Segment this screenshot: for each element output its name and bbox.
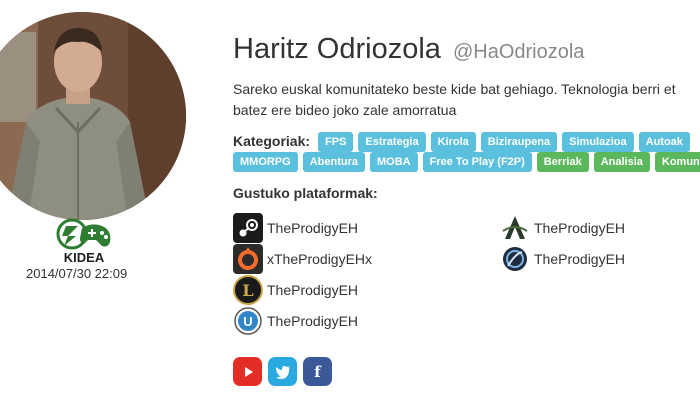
profile-name: Haritz Odriozola — [233, 33, 441, 65]
tag-berriak[interactable]: Berriak — [536, 152, 589, 172]
twitter-button[interactable] — [268, 357, 297, 386]
facebook-icon: f — [314, 362, 321, 381]
league-of-legends-icon: L — [233, 275, 263, 305]
category-tags-row-1: FPS Estrategia Kirola Biziraupena Simula… — [318, 132, 690, 152]
platform-name: TheProdigyEH — [267, 313, 359, 329]
categories-label: Kategoriak: — [233, 133, 311, 149]
category-tags-row-2: MMORPG Abentura MOBA Free To Play (F2P) … — [233, 152, 700, 172]
svg-text:U: U — [243, 314, 252, 329]
tag-simulazioa[interactable]: Simulazioa — [562, 132, 634, 152]
tag-kirola[interactable]: Kirola — [430, 132, 476, 152]
kidea-logo-text: KIDEA — [64, 250, 105, 264]
bio-line-2: batez ere bideo joko zale amorratua — [233, 102, 457, 118]
platform-name: TheProdigyEH — [267, 220, 359, 236]
platform-name: xTheProdigyEHx — [267, 251, 373, 267]
origin-icon — [233, 244, 263, 274]
tag-analisia[interactable]: Analisia — [593, 152, 650, 172]
platform-item-league-of-legends[interactable]: L TheProdigyEH — [233, 275, 358, 305]
svg-text:L: L — [242, 281, 253, 300]
facebook-button[interactable]: f — [303, 357, 332, 386]
tag-komunitatea[interactable]: Komunitat — [654, 152, 700, 172]
tag-free-to-play[interactable]: Free To Play (F2P) — [422, 152, 532, 172]
tag-biziraupena[interactable]: Biziraupena — [480, 132, 558, 152]
tag-fps[interactable]: FPS — [318, 132, 354, 152]
youtube-button[interactable] — [233, 357, 262, 386]
uplay-icon: U — [233, 306, 263, 336]
bio-line-1: Sareko euskal komunitateko beste kide ba… — [233, 81, 676, 97]
platform-item-origin[interactable]: xTheProdigyEHx — [233, 244, 372, 274]
platform-name: TheProdigyEH — [267, 282, 359, 298]
page-title: Haritz Odriozola @HaOdriozola — [233, 33, 584, 66]
kidea-logo: KIDEA — [52, 218, 116, 265]
platform-item-archeage[interactable]: TheProdigyEH — [500, 213, 625, 243]
youtube-icon — [244, 366, 253, 377]
tag-autoak[interactable]: Autoak — [638, 132, 690, 152]
tag-mmorpg[interactable]: MMORPG — [233, 152, 298, 172]
platform-item-steam[interactable]: TheProdigyEH — [233, 213, 358, 243]
archeage-icon — [500, 213, 530, 243]
joined-date: 2014/07/30 22:09 — [26, 266, 128, 281]
twitter-icon — [275, 365, 290, 379]
profile-bio: Sareko euskal komunitateko beste kide ba… — [233, 79, 700, 121]
platform-name: TheProdigyEH — [534, 220, 626, 236]
tag-estrategia[interactable]: Estrategia — [358, 132, 426, 152]
platform-item-uplay[interactable]: U TheProdigyEH — [233, 306, 358, 336]
profile-avatar — [0, 12, 186, 220]
platforms-label: Gustuko plataformak: — [233, 185, 378, 201]
battlenet-icon — [500, 244, 530, 274]
steam-icon — [233, 213, 263, 243]
profile-handle[interactable]: @HaOdriozola — [453, 41, 584, 63]
tag-moba[interactable]: MOBA — [370, 152, 418, 172]
platform-name: TheProdigyEH — [534, 251, 626, 267]
tag-abentura[interactable]: Abentura — [302, 152, 366, 172]
platform-item-battlenet[interactable]: TheProdigyEH — [500, 244, 625, 274]
